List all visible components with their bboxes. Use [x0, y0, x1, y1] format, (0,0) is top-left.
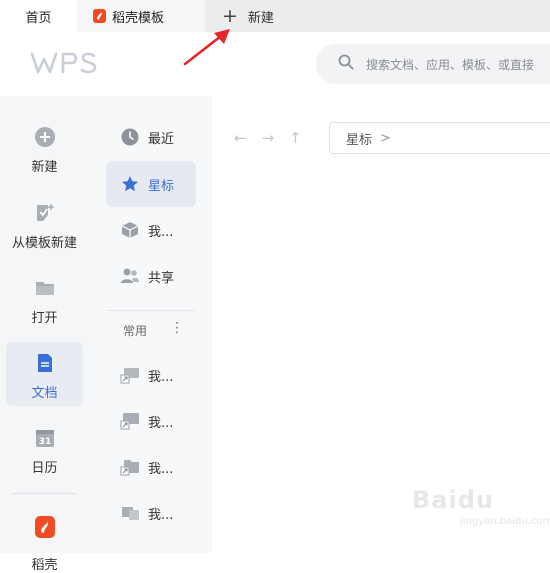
- baidu-watermark: Baidu: [412, 486, 494, 514]
- nav-item-label: 稻壳: [31, 558, 58, 573]
- red-annotation-arrow: [183, 29, 230, 66]
- baidu-watermark-url: jingyan.baidu.com: [460, 516, 550, 527]
